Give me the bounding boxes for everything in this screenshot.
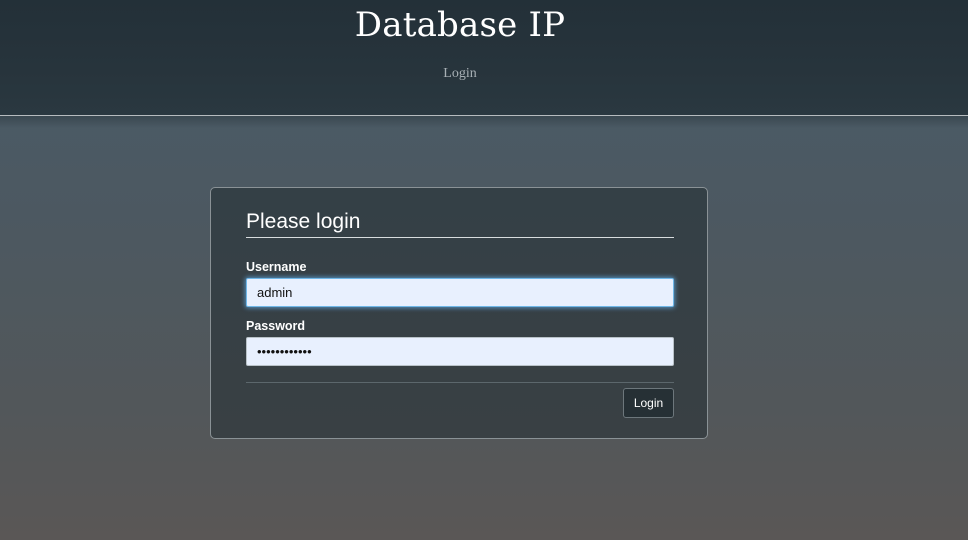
page-subtitle: Login (443, 66, 477, 81)
site-header: Database IP Login (0, 0, 968, 116)
username-label: Username (246, 260, 307, 274)
password-label: Password (246, 319, 306, 333)
login-button[interactable]: Login (623, 388, 674, 418)
site-title: Database IP (354, 5, 566, 45)
login-panel: Please login Username Password Login (210, 187, 708, 439)
username-input[interactable] (246, 278, 674, 307)
password-input[interactable] (246, 337, 674, 366)
login-heading: Please login (246, 210, 674, 238)
header-shadow (0, 116, 968, 128)
form-divider (246, 382, 674, 383)
